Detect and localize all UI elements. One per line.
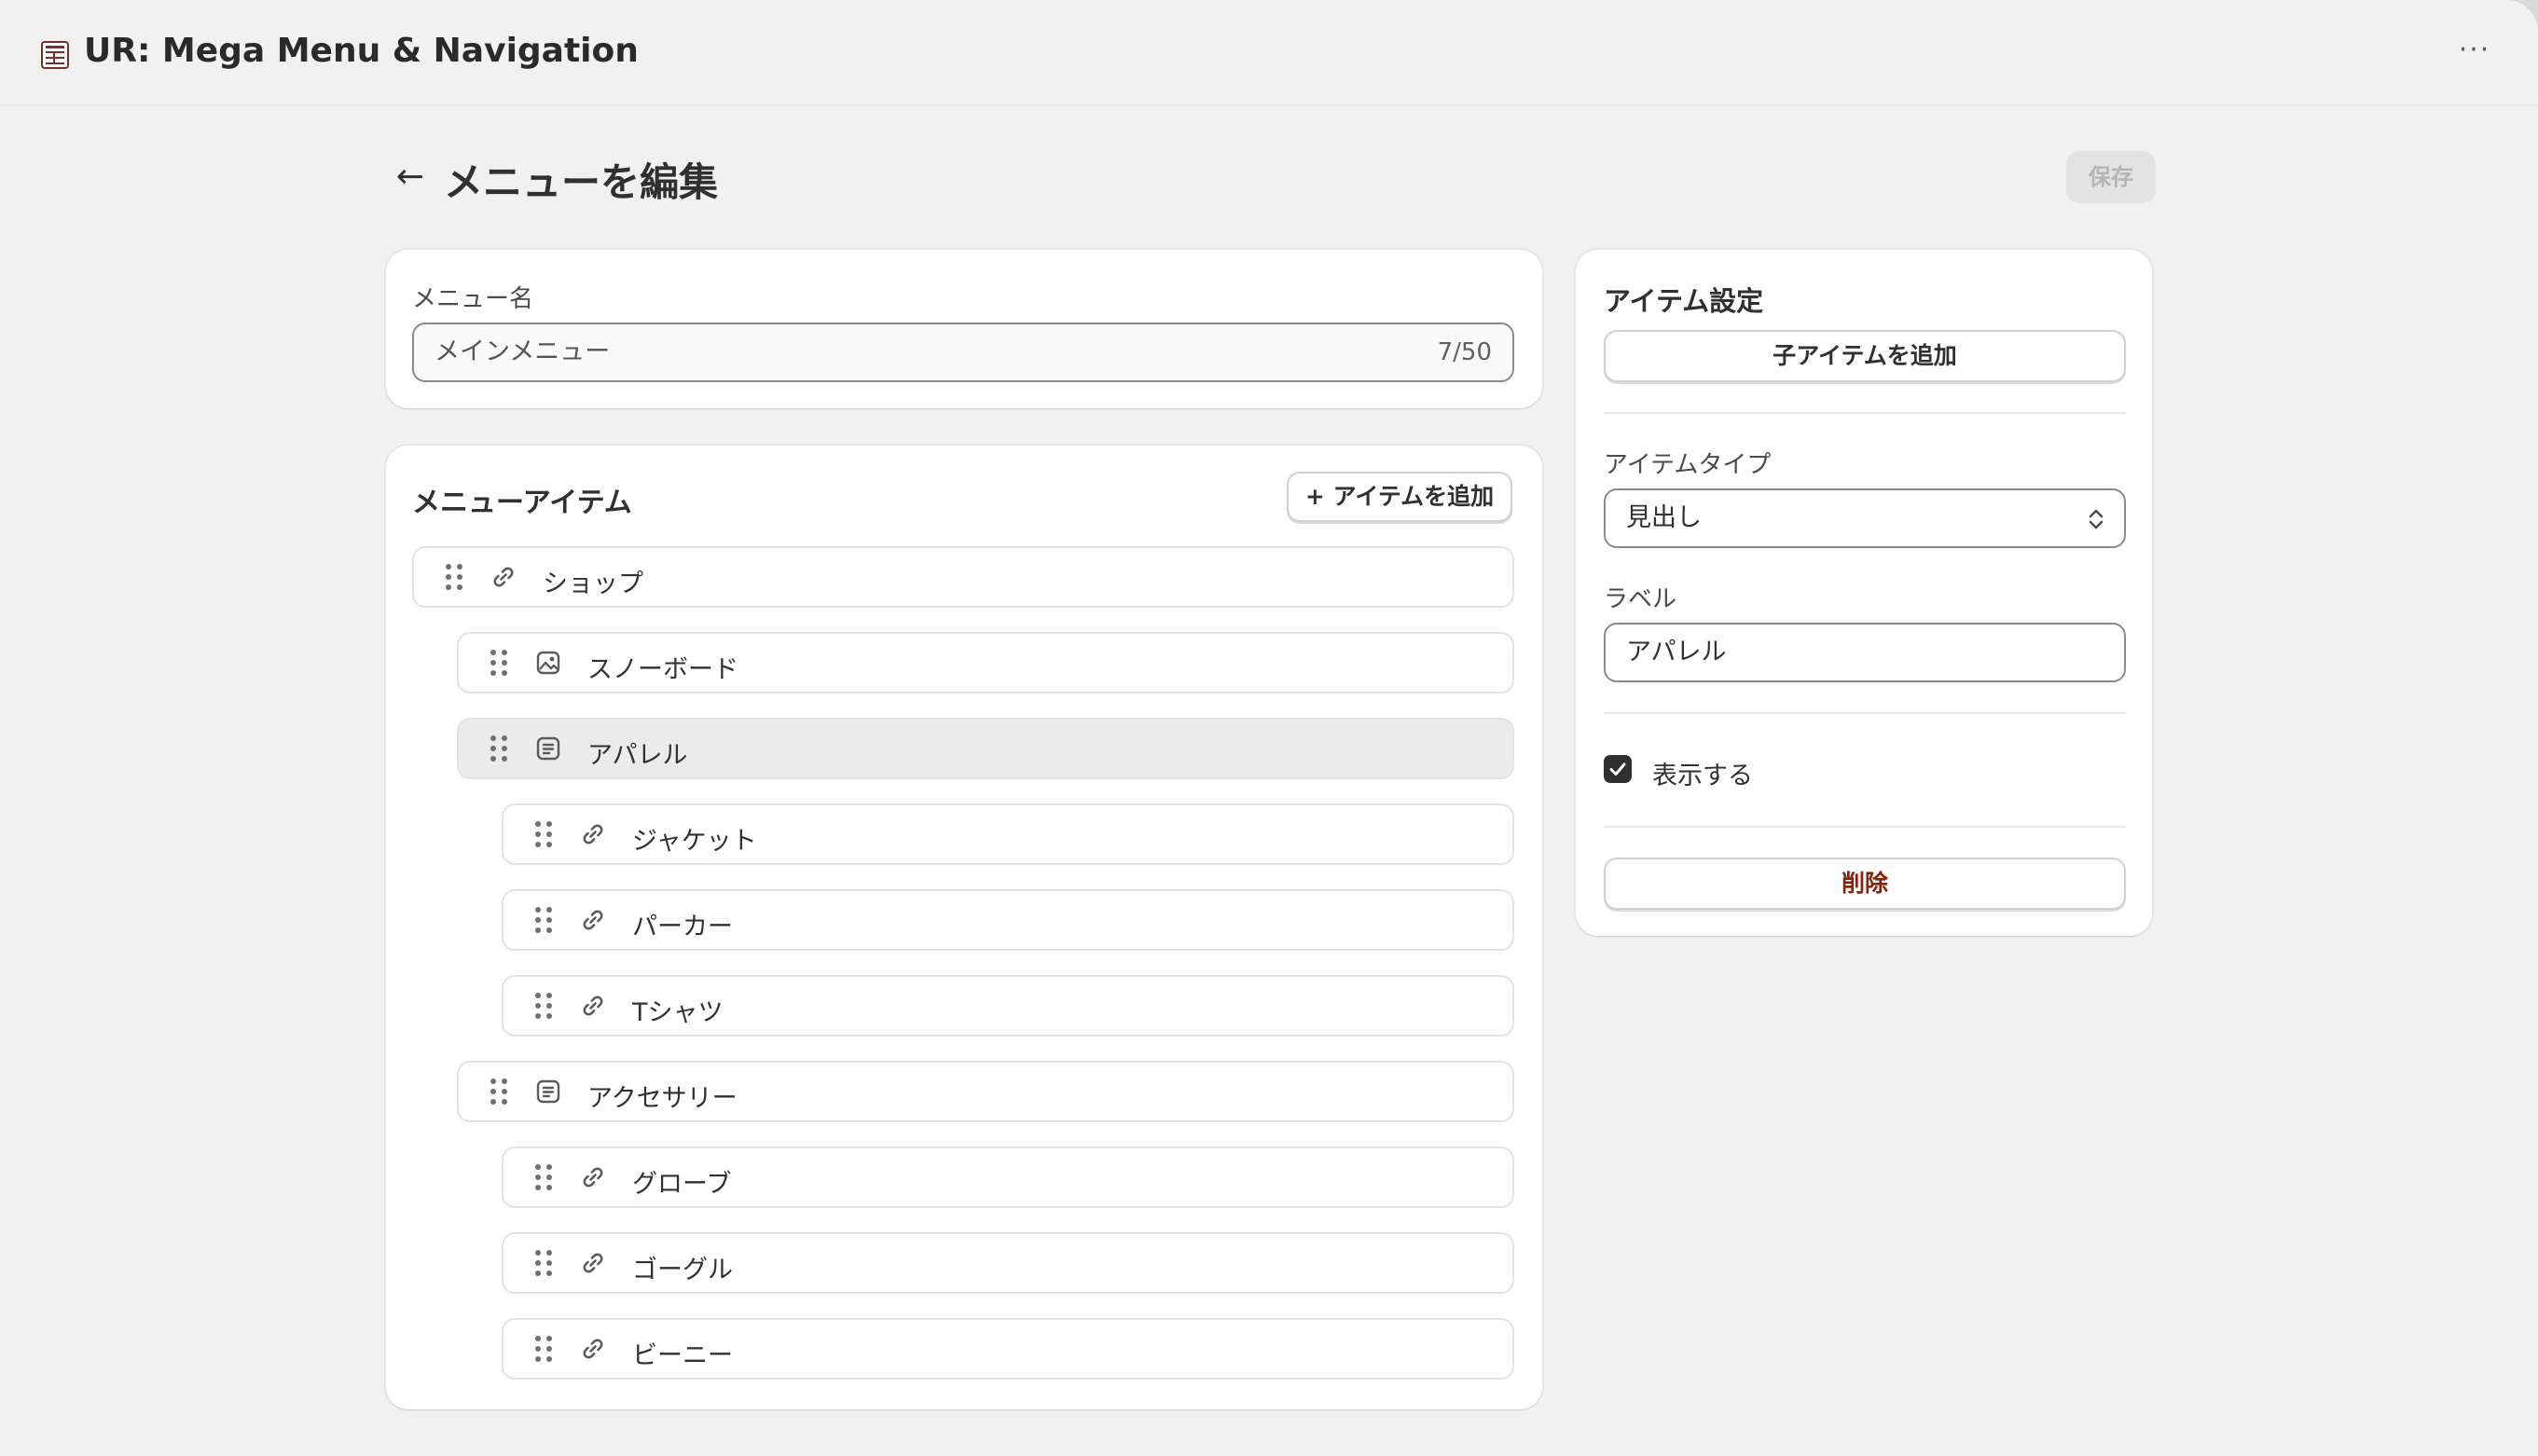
- page-title: メニューを編集: [444, 159, 719, 205]
- link-icon: [578, 991, 608, 1021]
- page-header: ← メニューを編集 保存: [386, 140, 2158, 214]
- link-icon: [578, 1162, 608, 1192]
- menu-item-label: ジャケット: [632, 827, 757, 856]
- link-icon: [578, 819, 608, 849]
- menu-name-label: メニュー名: [412, 285, 534, 313]
- menu-name-card: メニュー名 メインメニュー 7/50: [386, 250, 1542, 408]
- list-icon: [533, 734, 563, 763]
- drag-handle-icon[interactable]: [490, 1078, 507, 1105]
- divider: [1604, 412, 2126, 414]
- item-type-value: 見出し: [1626, 503, 1702, 532]
- item-settings-card: アイテム設定 子アイテムを追加 アイテムタイプ 見出し ラベル アパレル 表示す…: [1576, 250, 2152, 936]
- menu-item-label: Tシャツ: [632, 998, 724, 1027]
- list-icon: [533, 1077, 563, 1106]
- menu-item-row[interactable]: アパレル: [457, 718, 1514, 779]
- checkmark-icon: [1609, 762, 1626, 776]
- menu-item-label: パーカー: [632, 913, 733, 941]
- item-type-select[interactable]: 見出し: [1604, 488, 2126, 548]
- menu-item-row[interactable]: ゴーグル: [502, 1232, 1514, 1294]
- label-input[interactable]: アパレル: [1604, 623, 2126, 682]
- drag-handle-icon[interactable]: [535, 993, 552, 1019]
- add-child-item-button[interactable]: 子アイテムを追加: [1604, 330, 2126, 382]
- drag-handle-icon[interactable]: [490, 650, 507, 676]
- menu-item-row[interactable]: ビーニー: [502, 1318, 1514, 1380]
- drag-handle-icon[interactable]: [535, 907, 552, 933]
- menu-item-label: アクセサリー: [587, 1084, 738, 1113]
- app-logo-icon: [41, 41, 69, 69]
- back-arrow-icon[interactable]: ←: [386, 153, 434, 201]
- title-bar: UR: Mega Menu & Navigation ···: [0, 0, 2538, 106]
- menu-item-row[interactable]: ショップ: [412, 546, 1514, 608]
- app-title: UR: Mega Menu & Navigation: [84, 32, 639, 70]
- link-icon: [578, 905, 608, 935]
- link-icon: [489, 562, 518, 592]
- label-field-label: ラベル: [1604, 585, 1677, 613]
- select-chevron-icon: [2089, 509, 2104, 529]
- drag-handle-icon[interactable]: [535, 1250, 552, 1276]
- menu-name-input[interactable]: メインメニュー 7/50: [412, 323, 1514, 382]
- item-settings-title: アイテム設定: [1604, 285, 1764, 317]
- character-counter: 7/50: [1437, 338, 1492, 366]
- menu-item-row[interactable]: Tシャツ: [502, 975, 1514, 1037]
- save-button[interactable]: 保存: [2066, 151, 2156, 203]
- visible-checkbox-label: 表示する: [1652, 762, 1753, 790]
- menu-item-row[interactable]: パーカー: [502, 889, 1514, 951]
- visible-checkbox[interactable]: [1604, 755, 1632, 783]
- image-icon: [533, 648, 563, 678]
- menu-item-label: ショップ: [543, 570, 643, 598]
- menu-item-row[interactable]: ジャケット: [502, 804, 1514, 865]
- item-type-label: アイテムタイプ: [1604, 451, 1772, 479]
- app-window: UR: Mega Menu & Navigation ··· ← メニューを編集…: [0, 0, 2538, 1456]
- menu-name-value: メインメニュー: [434, 337, 611, 366]
- menu-item-label: グローブ: [632, 1170, 732, 1199]
- delete-button-label: 削除: [1841, 870, 1888, 897]
- label-input-value: アパレル: [1626, 638, 1727, 666]
- add-item-button[interactable]: + アイテムを追加: [1287, 472, 1512, 522]
- more-options-icon[interactable]: ···: [2448, 36, 2501, 69]
- link-icon: [578, 1248, 608, 1278]
- drag-handle-icon[interactable]: [535, 821, 552, 847]
- menu-items-title: メニューアイテム: [412, 487, 632, 519]
- menu-item-label: アパレル: [587, 741, 688, 770]
- drag-handle-icon[interactable]: [535, 1336, 552, 1362]
- divider: [1604, 826, 2126, 828]
- menu-item-label: ゴーグル: [632, 1256, 733, 1284]
- drag-handle-icon[interactable]: [535, 1164, 552, 1190]
- link-icon: [578, 1334, 608, 1364]
- divider: [1604, 712, 2126, 714]
- drag-handle-icon[interactable]: [490, 735, 507, 762]
- menu-item-row[interactable]: スノーボード: [457, 632, 1514, 694]
- menu-item-row[interactable]: グローブ: [502, 1147, 1514, 1208]
- drag-handle-icon[interactable]: [446, 564, 462, 590]
- menu-item-label: ビーニー: [632, 1341, 733, 1370]
- menu-item-row[interactable]: アクセサリー: [457, 1061, 1514, 1122]
- delete-button[interactable]: 削除: [1604, 858, 2126, 910]
- menu-items-card: メニューアイテム + アイテムを追加 ショップスノーボード アパレルジャケットパー…: [386, 446, 1542, 1409]
- menu-item-label: スノーボード: [587, 655, 738, 684]
